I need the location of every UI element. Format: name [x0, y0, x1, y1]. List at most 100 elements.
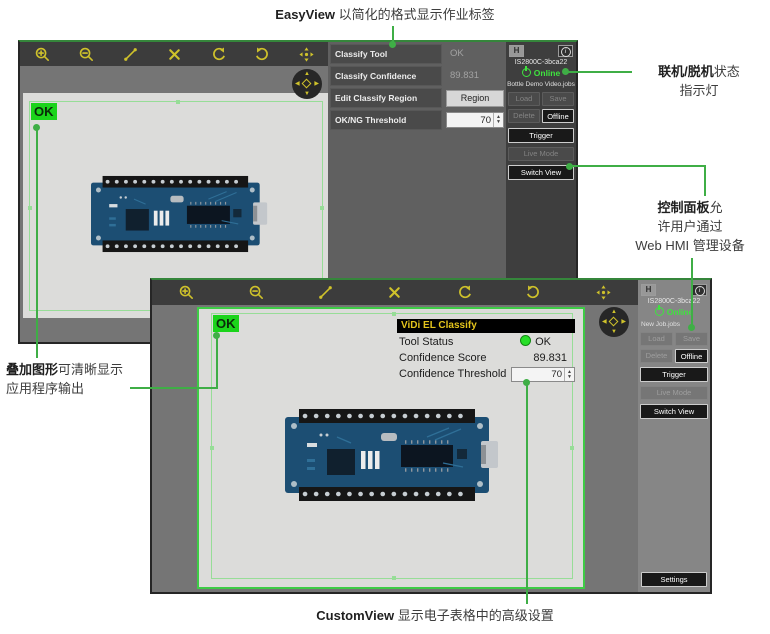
dock-icon[interactable] — [509, 45, 524, 57]
pan-up-icon[interactable]: ▲ — [304, 71, 310, 77]
confidence-score-label: Confidence Score — [399, 352, 486, 364]
line-tool-icon[interactable] — [122, 46, 139, 63]
confidence-score-value: 89.831 — [533, 350, 567, 366]
pan-center-icon[interactable] — [302, 79, 312, 89]
rotate-ccw-icon[interactable] — [456, 284, 473, 301]
vidi-title: ViDi EL Classify — [397, 319, 575, 333]
switch-view-button[interactable]: Switch View — [640, 404, 708, 419]
roi-handle[interactable] — [392, 312, 396, 316]
pan-tool-icon[interactable] — [595, 284, 612, 301]
device-name: IS2800C-3bca22 — [638, 298, 710, 305]
save-button[interactable]: Save — [675, 332, 708, 346]
annotation-line — [36, 128, 38, 358]
device-name: IS2800C-3bca22 — [506, 59, 576, 66]
okng-threshold-value[interactable]: 70 — [447, 115, 493, 126]
delete-button[interactable]: Delete — [508, 109, 540, 123]
tool-status-value: OK — [520, 334, 551, 350]
scale-tool-icon[interactable] — [386, 284, 403, 301]
rotate-ccw-icon[interactable] — [210, 46, 227, 63]
control-panel-annotation-line1: 控制面板允 — [612, 198, 768, 217]
annotation-dot — [562, 68, 569, 75]
zoom-in-icon[interactable] — [34, 46, 51, 63]
pan-right-icon[interactable]: ▶ — [314, 81, 319, 87]
online-annotation-line2: 指示灯 — [636, 81, 762, 100]
pcb-image — [277, 403, 501, 507]
online-status-text: Online — [534, 68, 560, 78]
job-name: New Job.jobs — [641, 321, 680, 328]
roi-handle[interactable] — [176, 100, 180, 104]
edit-region-row: Edit Classify Region Region — [328, 88, 506, 108]
pan-down-icon[interactable]: ▼ — [304, 91, 310, 97]
overlay-annotation-bold: 叠加图形 — [6, 362, 58, 377]
control-panel-annotation-bold: 控制面板 — [657, 200, 709, 215]
pan-center-icon[interactable] — [609, 317, 619, 327]
roi-handle[interactable] — [570, 446, 574, 450]
pan-left-icon[interactable]: ◀ — [602, 319, 607, 325]
pan-right-icon[interactable]: ▶ — [621, 319, 626, 325]
easyview-annotation: EasyView 以简化的格式显示作业标签 — [220, 5, 550, 24]
control-panel-annotation-line2: 许用户通过 — [612, 217, 768, 236]
trigger-button[interactable]: Trigger — [508, 128, 574, 143]
offline-button[interactable]: Offline — [675, 349, 708, 363]
offline-button[interactable]: Offline — [542, 109, 574, 123]
confidence-threshold-row: Confidence Threshold 70 ▲▼ — [399, 366, 575, 382]
trigger-button[interactable]: Trigger — [640, 367, 708, 382]
confidence-threshold-value[interactable]: 70 — [512, 367, 564, 383]
pan-tool-icon[interactable] — [298, 46, 315, 63]
roi-handle[interactable] — [320, 206, 324, 210]
zoom-in-icon[interactable] — [178, 284, 195, 301]
switch-view-button[interactable]: Switch View — [508, 165, 574, 180]
pan-down-icon[interactable]: ▼ — [611, 329, 617, 335]
load-button[interactable]: Load — [640, 332, 673, 346]
spinner-down-icon[interactable]: ▼ — [496, 120, 501, 125]
device-control-panel: IS2800C-3bca22 Online New Job.jobs Load … — [638, 280, 710, 592]
line-tool-icon[interactable] — [317, 284, 334, 301]
rotate-cw-icon[interactable] — [254, 46, 271, 63]
spinner-arrows[interactable]: ▲▼ — [564, 368, 574, 381]
overlay-annotation-line1: 叠加图形可清晰显示 — [6, 360, 146, 379]
okng-threshold-spinner[interactable]: 70 ▲▼ — [446, 112, 504, 128]
confidence-threshold-spinner[interactable]: 70 ▲▼ — [511, 367, 575, 382]
roi-handle[interactable] — [28, 206, 32, 210]
roi-handle[interactable] — [392, 576, 396, 580]
zoom-out-icon[interactable] — [78, 46, 95, 63]
pan-control[interactable]: ▲ ▼ ◀ ▶ — [599, 307, 629, 337]
spinner-arrows[interactable]: ▲▼ — [493, 113, 503, 127]
annotation-line — [704, 165, 706, 196]
annotation-dot — [566, 163, 573, 170]
easyview-toolbar — [20, 42, 328, 66]
info-icon[interactable] — [692, 284, 707, 296]
roi-handle[interactable] — [210, 446, 214, 450]
annotation-line — [526, 384, 528, 604]
pan-left-icon[interactable]: ◀ — [295, 81, 300, 87]
live-mode-button[interactable]: Live Mode — [508, 147, 574, 161]
info-icon[interactable] — [558, 45, 573, 57]
confidence-score-row: Confidence Score 89.831 — [399, 350, 575, 366]
region-button[interactable]: Region — [446, 90, 504, 107]
ok-result-overlay: OK — [213, 315, 239, 332]
power-icon — [522, 68, 531, 77]
customview-annotation-bold: CustomView — [316, 608, 394, 623]
okng-threshold-row: OK/NG Threshold 70 ▲▼ — [328, 110, 506, 130]
live-mode-button[interactable]: Live Mode — [640, 386, 708, 400]
pcb-image — [81, 171, 273, 257]
scale-tool-icon[interactable] — [166, 46, 183, 63]
control-panel-annotation-rest: 允 — [710, 200, 723, 215]
pan-control[interactable]: ▲ ▼ ◀ ▶ — [292, 69, 322, 99]
overlay-graphics-annotation: 叠加图形可清晰显示 应用程序输出 — [6, 360, 146, 398]
delete-button[interactable]: Delete — [640, 349, 673, 363]
annotation-line — [130, 387, 218, 389]
settings-button[interactable]: Settings — [641, 572, 707, 587]
load-button[interactable]: Load — [508, 92, 540, 106]
annotation-line — [572, 165, 706, 167]
spinner-down-icon[interactable]: ▼ — [567, 375, 572, 380]
save-button[interactable]: Save — [542, 92, 574, 106]
rotate-cw-icon[interactable] — [525, 284, 542, 301]
ok-result-overlay: OK — [31, 103, 57, 120]
job-name: Bottle Demo Video.jobs — [506, 81, 576, 88]
confidence-threshold-label: Confidence Threshold — [399, 368, 506, 380]
zoom-out-icon[interactable] — [248, 284, 265, 301]
classify-tool-value: OK — [450, 44, 464, 64]
dock-icon[interactable] — [641, 284, 656, 296]
pan-up-icon[interactable]: ▲ — [611, 309, 617, 315]
